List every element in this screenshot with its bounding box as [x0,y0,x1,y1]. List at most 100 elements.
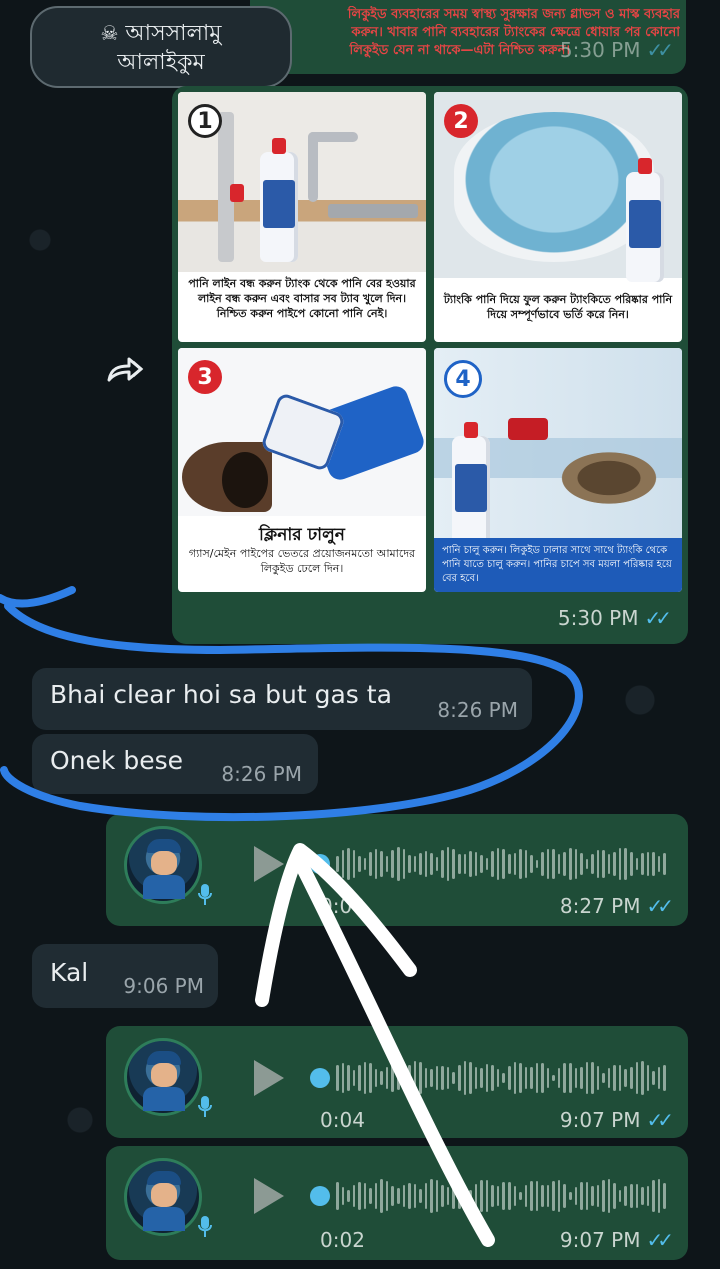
waveform-bar [530,1066,533,1090]
waveform-bar [613,1064,616,1092]
voice-duration: 0:00 [320,894,365,918]
waveform-bar [502,1181,505,1211]
step-number-badge: 1 [188,104,222,138]
waveform-bar [652,851,655,877]
floating-pill[interactable]: ☠ আসসালামু আলাইকুম [30,6,292,88]
waveform-bar [441,1065,444,1091]
waveform-bar [618,847,622,881]
waveform-bar [652,1180,655,1212]
voice-message-bubble[interactable]: 0:02 9:07 PM ✓✓ [106,1146,688,1260]
playback-slider-thumb[interactable] [310,854,330,874]
waveform-bar [568,1063,572,1093]
waveform-bar [391,1185,395,1207]
waveform-bar [446,847,450,881]
waveform-bar [458,1183,461,1209]
waveform-bar [402,1184,406,1208]
waveform-bar [524,1067,528,1089]
waveform-bar [557,1067,561,1089]
waveform-bar [336,1065,339,1091]
instruction-tile-4[interactable]: 4 পানি চালু করুন। লিকুইড ঢালার সাথে সাথে… [434,348,682,592]
waveform-bar [446,1186,450,1206]
cleaner-bottle-image [626,158,664,282]
message-bubble-incoming[interactable]: Onek bese 8:26 PM [32,734,318,794]
waveform-bar [469,1062,472,1094]
waveform-bar [663,1182,666,1210]
waveform-bar [463,1186,467,1206]
waveform-bar [519,1192,522,1200]
waveform-bar [613,1183,616,1209]
pill-line-1: আসসালামু [125,21,222,46]
waveform-bar [602,1180,605,1212]
play-button[interactable] [254,1060,284,1096]
waveform-bar [574,1067,578,1089]
waveform [336,1176,666,1216]
sender-avatar[interactable] [124,826,202,904]
waveform-bar [469,851,472,877]
playback-slider-thumb[interactable] [310,1068,330,1088]
voice-message-bubble[interactable]: 0:00 8:27 PM ✓✓ [106,814,688,926]
pill-line-2: আলাইকুম [117,50,205,75]
waveform-bar [452,848,456,880]
waveform-bar [385,856,389,872]
waveform-bar [374,849,378,879]
waveform-bar [618,1064,622,1092]
waveform-bar [657,855,661,873]
waveform-bar [402,1070,406,1086]
instruction-tile-1[interactable]: 1 পানি লাইন বন্ধ করুন ট্যাংক থেকে পানি ব… [178,92,426,342]
step-caption: ট্যাংকি পানি দিয়ে ফুল করুন ট্যাংকিতে পর… [443,293,673,321]
waveform-bar [480,1067,483,1089]
play-button[interactable] [254,1178,284,1214]
message-meta: 5:30 PM ✓✓ [558,606,672,630]
waveform-bar [374,1182,378,1210]
waveform-bar [563,1184,566,1208]
waveform-bar [646,1185,650,1207]
waveform-bar [541,852,544,876]
waveform-bar [624,1068,627,1088]
playback-slider-thumb[interactable] [310,1186,330,1206]
waveform-bar [591,854,594,874]
message-meta: 8:27 PM ✓✓ [560,894,674,918]
waveform-bar [580,1182,583,1210]
instruction-tile-3[interactable]: 3 ক্লিনার ঢালুন গ্যাস/মেইন পাইপের ভেতরে … [178,348,426,592]
microphone-icon [198,884,212,905]
forward-icon[interactable] [96,340,154,398]
waveform-bar [546,1185,550,1207]
waveform-bar [452,1183,456,1209]
waveform-bar [524,850,528,878]
waveform-bar [380,851,383,877]
waveform-bar [646,851,650,877]
waveform-bar [369,1187,372,1205]
waveform-bar [430,852,433,876]
waveform-bar [613,852,616,876]
waveform-bar [397,1065,400,1091]
play-button[interactable] [254,846,284,882]
waveform-bar [513,853,517,875]
microphone-icon [198,1216,212,1237]
waveform-bar [341,850,345,878]
waveform-bar [408,1183,411,1209]
voice-message-bubble[interactable]: 0:04 9:07 PM ✓✓ [106,1026,688,1138]
cleaner-bottle-image [452,422,490,546]
waveform-bar [563,1063,566,1093]
waveform-bar [519,849,522,879]
sender-avatar[interactable] [124,1158,202,1236]
waveform-bar [435,856,439,872]
waveform-bar [374,1069,378,1087]
message-bubble-incoming[interactable]: Bhai clear hoi sa but gas ta 8:26 PM [32,668,532,730]
waveform-bar [507,1181,511,1211]
microphone-icon [198,1096,212,1117]
waveform-bar [652,1071,655,1085]
message-bubble-outgoing[interactable]: লিকুইড ব্যবহারের সময় স্বাস্থ্য সুরক্ষার… [250,0,686,74]
message-bubble-incoming[interactable]: Kal 9:06 PM [32,944,218,1008]
waveform-bar [496,1069,500,1087]
image-message-bubble[interactable]: 1 পানি লাইন বন্ধ করুন ট্যাংক থেকে পানি ব… [172,86,688,644]
waveform-bar [474,1184,478,1208]
sender-avatar[interactable] [124,1038,202,1116]
waveform-bar [507,853,511,875]
waveform-bar [541,1184,544,1208]
waveform-bar [535,1062,539,1094]
instruction-tile-2[interactable]: 2 ট্যাংকি পানি দিয়ে ফুল করুন ট্যাংকিতে … [434,92,682,342]
waveform-bar [596,849,600,879]
waveform-bar [641,1187,644,1205]
waveform-bar [485,1064,489,1092]
